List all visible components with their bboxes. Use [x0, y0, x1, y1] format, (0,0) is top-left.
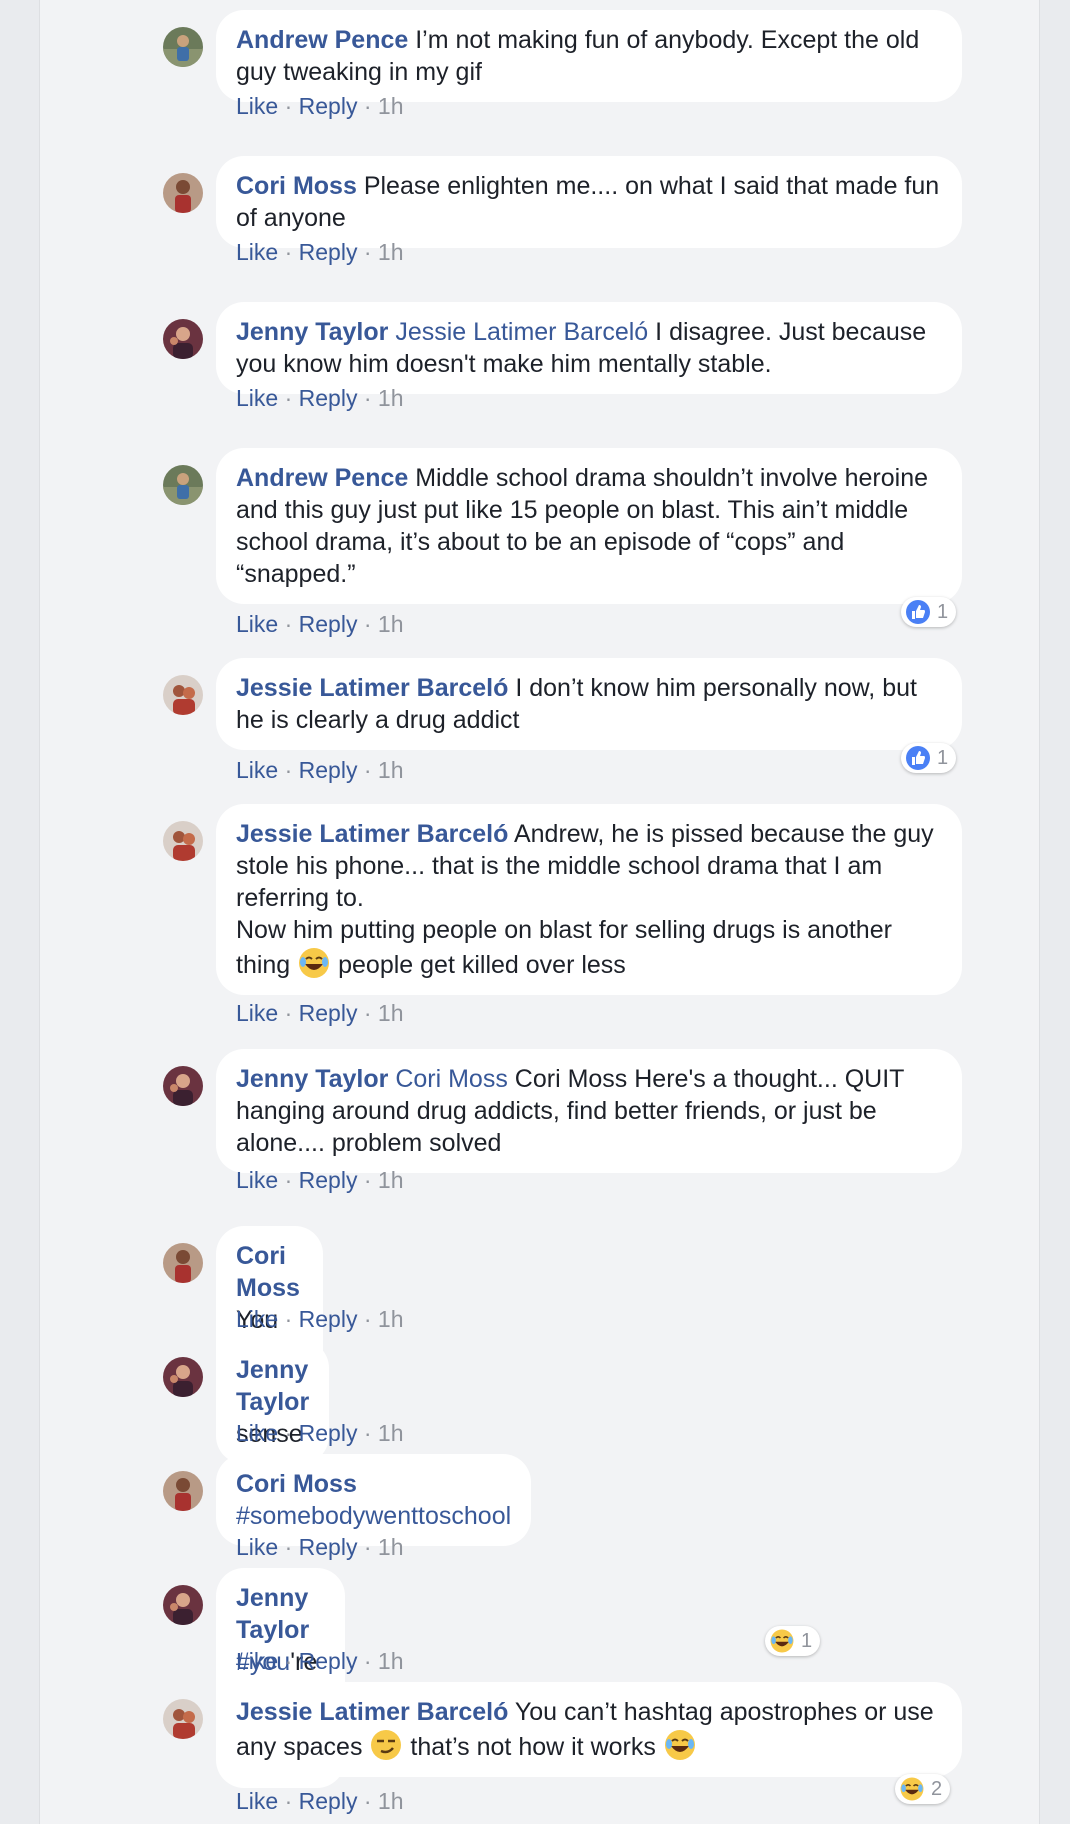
comment-actions: Like · Reply · 1h: [236, 611, 404, 637]
like-link[interactable]: Like: [236, 1167, 278, 1193]
reply-link[interactable]: Reply: [299, 1788, 358, 1814]
like-link[interactable]: Like: [236, 239, 278, 265]
avatar[interactable]: [163, 465, 203, 505]
comment-author[interactable]: Jenny Taylor: [236, 318, 388, 346]
timestamp[interactable]: 1h: [378, 1420, 404, 1446]
reply-link[interactable]: Reply: [299, 1167, 358, 1193]
avatar[interactable]: [163, 319, 203, 359]
timestamp[interactable]: 1h: [378, 611, 404, 637]
avatar[interactable]: [163, 1243, 203, 1283]
comment-author[interactable]: Jenny Taylor: [236, 1065, 388, 1093]
comment-text: people get killed over less: [338, 951, 626, 979]
timestamp[interactable]: 1h: [378, 1788, 404, 1814]
timestamp[interactable]: 1h: [378, 1534, 404, 1560]
reply-link[interactable]: Reply: [299, 239, 358, 265]
comment-author[interactable]: Cori Moss: [236, 172, 357, 200]
like-link[interactable]: Like: [236, 385, 278, 411]
comment-actions: Like · Reply · 1h: [236, 1788, 404, 1814]
reply-link[interactable]: Reply: [299, 1000, 358, 1026]
reaction-count[interactable]: 2: [895, 1774, 951, 1804]
avatar[interactable]: [163, 821, 203, 861]
comment-actions: Like · Reply · 1h: [236, 93, 404, 119]
comment-actions: Like · Reply · 1h: [236, 1420, 404, 1446]
comment-actions: Like · Reply · 1h: [236, 1306, 404, 1332]
mention-link[interactable]: Cori Moss: [395, 1065, 508, 1093]
reaction-count[interactable]: 1: [765, 1626, 821, 1656]
reaction-count[interactable]: 1: [901, 743, 957, 773]
avatar[interactable]: [163, 675, 203, 715]
reply-link[interactable]: Reply: [299, 93, 358, 119]
comment-bubble: Jessie Latimer Barceló Andrew, he is pis…: [216, 804, 962, 995]
comment-actions: Like · Reply · 1h: [236, 1167, 404, 1193]
avatar[interactable]: [163, 1699, 203, 1739]
comment-actions: Like · Reply · 1h: [236, 239, 404, 265]
comment-actions: Like · Reply · 1h: [236, 1648, 404, 1674]
like-link[interactable]: Like: [236, 611, 278, 637]
comment-text: that’s not how it works: [410, 1733, 656, 1761]
hashtag-link[interactable]: #somebodywenttoschool: [236, 1502, 511, 1530]
laughing-tears-emoji: [298, 947, 331, 979]
comment-author[interactable]: Jessie Latimer Barceló: [236, 1698, 508, 1726]
like-link[interactable]: Like: [236, 1648, 278, 1674]
smirk-emoji: [370, 1728, 403, 1762]
reaction-count[interactable]: 1: [901, 597, 957, 627]
comment-actions: Like · Reply · 1h: [236, 385, 404, 411]
comment-bubble: Cori Moss Please enlighten me.... on wha…: [216, 156, 962, 248]
avatar[interactable]: [163, 1471, 203, 1511]
avatar[interactable]: [163, 27, 203, 67]
timestamp[interactable]: 1h: [378, 1167, 404, 1193]
comment-bubble: Andrew Pence I’m not making fun of anybo…: [216, 10, 962, 102]
comment-actions: Like · Reply · 1h: [236, 1000, 404, 1026]
comment-author[interactable]: Andrew Pence: [236, 464, 408, 492]
haha-icon: [899, 1776, 925, 1802]
timestamp[interactable]: 1h: [378, 385, 404, 411]
like-link[interactable]: Like: [236, 1534, 278, 1560]
reply-link[interactable]: Reply: [299, 1306, 358, 1332]
reply-link[interactable]: Reply: [299, 385, 358, 411]
comment-actions: Like · Reply · 1h: [236, 757, 404, 783]
like-link[interactable]: Like: [236, 1000, 278, 1026]
comment-bubble: Jenny Taylor Jessie Latimer Barceló I di…: [216, 302, 962, 394]
timestamp[interactable]: 1h: [378, 239, 404, 265]
mention-link[interactable]: Jessie Latimer Barceló: [395, 318, 648, 346]
like-icon: [906, 600, 930, 624]
like-link[interactable]: Like: [236, 1788, 278, 1814]
comment-author[interactable]: Jessie Latimer Barceló: [236, 674, 508, 702]
comment-actions: Like · Reply · 1h: [236, 1534, 404, 1560]
reply-link[interactable]: Reply: [299, 1420, 358, 1446]
like-link[interactable]: Like: [236, 757, 278, 783]
like-link[interactable]: Like: [236, 93, 278, 119]
avatar[interactable]: [163, 1585, 203, 1625]
timestamp[interactable]: 1h: [378, 757, 404, 783]
reply-link[interactable]: Reply: [299, 611, 358, 637]
comment-bubble: Cori Moss #somebodywenttoschool: [216, 1454, 532, 1546]
comment-bubble: Jessie Latimer Barceló You can’t hashtag…: [216, 1682, 962, 1777]
timestamp[interactable]: 1h: [378, 1306, 404, 1332]
avatar[interactable]: [163, 1066, 203, 1106]
comment-bubble: Jenny Taylor Cori Moss Cori Moss Here's …: [216, 1049, 962, 1173]
comment-bubble: Jessie Latimer Barceló I don’t know him …: [216, 658, 962, 750]
laughing-tears-emoji: [663, 1729, 696, 1761]
avatar[interactable]: [163, 1357, 203, 1397]
comment-author[interactable]: Jenny Taylor: [236, 1356, 309, 1416]
comment-author[interactable]: Cori Moss: [236, 1470, 357, 1498]
timestamp[interactable]: 1h: [378, 1000, 404, 1026]
like-link[interactable]: Like: [236, 1306, 278, 1332]
comment-author[interactable]: Andrew Pence: [236, 26, 408, 54]
reply-link[interactable]: Reply: [299, 757, 358, 783]
reply-link[interactable]: Reply: [299, 1648, 358, 1674]
comment-author[interactable]: Jenny Taylor: [236, 1584, 309, 1644]
haha-icon: [769, 1628, 795, 1654]
comment-author[interactable]: Jessie Latimer Barceló: [236, 820, 508, 848]
timestamp[interactable]: 1h: [378, 93, 404, 119]
comment-author[interactable]: Cori Moss: [236, 1242, 300, 1302]
comment-bubble: Andrew Pence Middle school drama shouldn…: [216, 448, 962, 604]
like-icon: [906, 746, 930, 770]
timestamp[interactable]: 1h: [378, 1648, 404, 1674]
reply-link[interactable]: Reply: [299, 1534, 358, 1560]
like-link[interactable]: Like: [236, 1420, 278, 1446]
avatar[interactable]: [163, 173, 203, 213]
